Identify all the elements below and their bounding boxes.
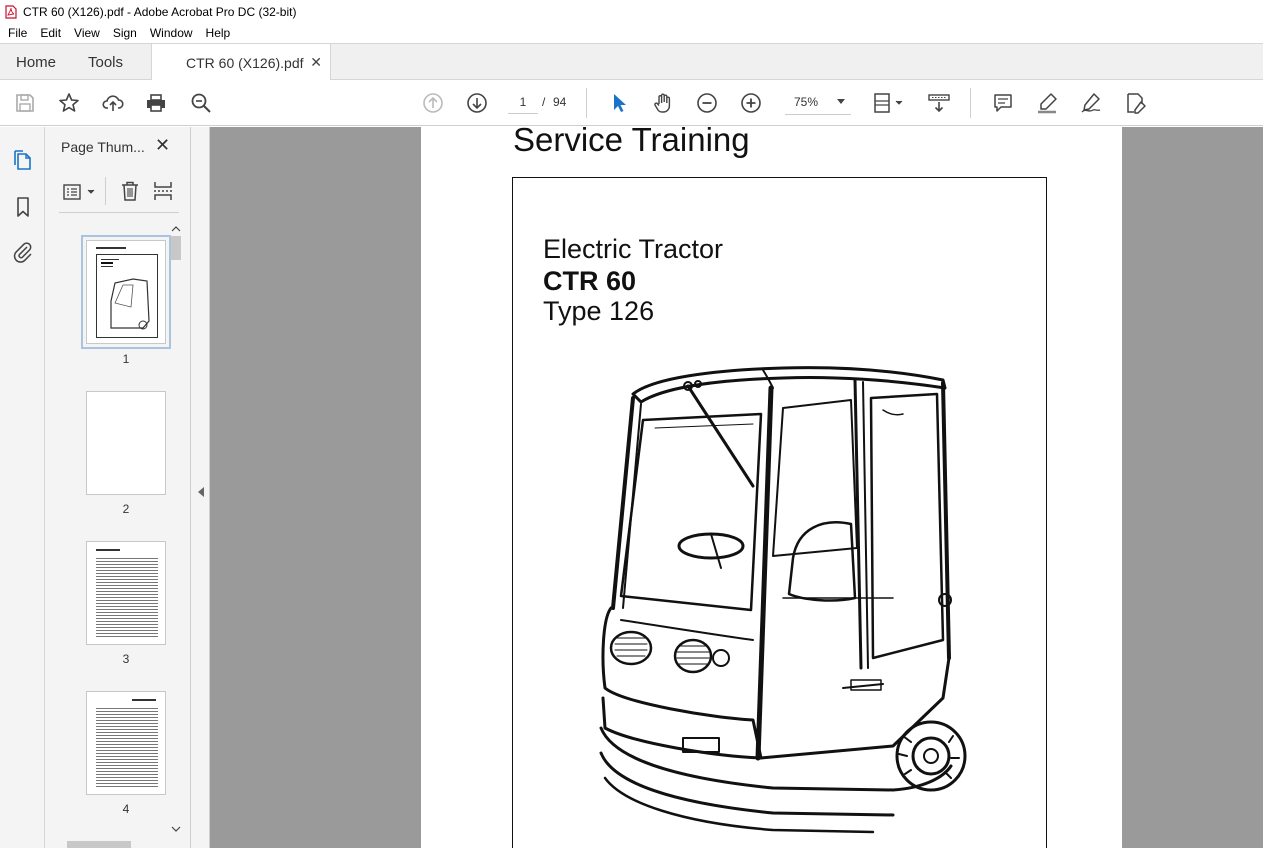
page-separator: / — [542, 95, 546, 109]
panel-toolbar-divider — [105, 177, 106, 205]
collapse-arrow-icon — [198, 487, 204, 497]
highlight-pen-icon[interactable] — [1035, 91, 1059, 115]
fill-sign-icon[interactable] — [1123, 91, 1147, 115]
tractor-illustration — [599, 366, 967, 834]
panel-title: Page Thum... — [61, 139, 145, 155]
menu-file[interactable]: File — [8, 26, 27, 40]
scroll-up-icon[interactable] — [171, 226, 181, 232]
menu-window[interactable]: Window — [150, 26, 193, 40]
main-toolbar: / 94 75% — [0, 80, 1263, 126]
tab-tools[interactable]: Tools — [88, 44, 123, 80]
menu-edit[interactable]: Edit — [40, 26, 61, 40]
pdf-app-icon — [5, 4, 17, 19]
tab-bar: Home Tools CTR 60 (X126).pdf ✕ — [0, 43, 1263, 81]
thumbnail-text-lines — [96, 706, 158, 788]
page-fit-icon[interactable] — [871, 91, 907, 115]
thumbnail-text-lines — [96, 556, 158, 638]
tab-document-label: CTR 60 (X126).pdf — [186, 54, 304, 71]
cover-line-2: CTR 60 — [543, 266, 637, 296]
thumbnail-page-4[interactable] — [86, 691, 166, 795]
print-icon[interactable] — [144, 91, 168, 115]
hand-tool-icon[interactable] — [651, 91, 675, 115]
thumbnail-page-1[interactable] — [81, 235, 171, 349]
close-panel-icon[interactable]: ✕ — [155, 135, 170, 156]
panel-toolbar — [59, 173, 179, 213]
thumbnail-scrollbar[interactable] — [169, 222, 183, 842]
menu-bar: File Edit View Sign Window Help — [0, 23, 1263, 43]
navigation-rail — [0, 127, 45, 848]
thumbnail-tractor-image — [110, 278, 150, 330]
extract-page-icon[interactable] — [152, 180, 176, 204]
tab-home[interactable]: Home — [16, 44, 56, 80]
toolbar-divider — [970, 88, 971, 118]
thumbnail-label-3: 3 — [122, 652, 130, 666]
previous-page-icon[interactable] — [421, 91, 445, 115]
thumbnail-label-1: 1 — [122, 352, 130, 366]
menu-help[interactable]: Help — [206, 26, 231, 40]
horizontal-scrollbar-thumb[interactable] — [67, 841, 131, 848]
delete-page-icon[interactable] — [119, 180, 143, 204]
toolbar-divider — [586, 88, 587, 118]
draw-sign-icon[interactable] — [1079, 91, 1103, 115]
menu-view[interactable]: View — [74, 26, 100, 40]
thumbnail-page-3[interactable] — [86, 541, 166, 645]
zoom-out-icon[interactable] — [695, 91, 719, 115]
page-thumbnails-panel: Page Thum... ✕ 1 2 3 4 — [45, 127, 191, 848]
comment-icon[interactable] — [991, 91, 1015, 115]
cover-frame: Electric Tractor CTR 60 Type 126 — [512, 177, 1047, 848]
chevron-down-icon — [837, 99, 845, 104]
panel-collapse-handle[interactable] — [191, 127, 210, 848]
thumbnail-heading-mark — [96, 247, 126, 249]
select-cursor-icon[interactable] — [607, 91, 631, 115]
thumbnail-page-2[interactable] — [86, 391, 166, 495]
thumbnail-frame — [96, 254, 158, 338]
page-thumbnails-icon[interactable] — [11, 148, 35, 172]
title-bar: CTR 60 (X126).pdf - Adobe Acrobat Pro DC… — [0, 0, 1263, 23]
bookmark-icon[interactable] — [11, 195, 35, 219]
page-total: 94 — [553, 95, 567, 109]
menu-sign[interactable]: Sign — [113, 26, 137, 40]
pdf-page: Service Training Electric Tractor CTR 60… — [421, 127, 1122, 848]
cover-line-1: Electric Tractor — [543, 234, 724, 264]
star-icon[interactable] — [57, 91, 81, 115]
scrollbar-thumb[interactable] — [171, 236, 181, 260]
zoom-select[interactable]: 75% — [785, 90, 851, 115]
zoom-value: 75% — [794, 95, 819, 109]
scroll-mode-icon[interactable] — [927, 91, 951, 115]
cover-line-3: Type 126 — [543, 296, 655, 326]
cloud-upload-icon[interactable] — [101, 91, 125, 115]
window-title: CTR 60 (X126).pdf - Adobe Acrobat Pro DC… — [23, 4, 297, 19]
zoom-search-icon[interactable] — [189, 91, 213, 115]
close-tab-icon[interactable]: ✕ — [310, 54, 322, 71]
options-menu-icon[interactable] — [62, 181, 98, 203]
scroll-down-icon[interactable] — [171, 826, 181, 832]
page-number-input[interactable] — [508, 90, 538, 114]
thumbnail-label-4: 4 — [122, 802, 130, 816]
attachment-icon[interactable] — [11, 240, 35, 264]
thumbnail-list: 1 2 3 4 — [45, 222, 175, 842]
page-heading: Service Training — [513, 127, 750, 158]
tab-document[interactable]: CTR 60 (X126).pdf ✕ — [151, 44, 331, 81]
thumbnail-horizontal-scrollbar[interactable] — [55, 840, 175, 848]
save-icon[interactable] — [13, 91, 37, 115]
zoom-in-icon[interactable] — [739, 91, 763, 115]
document-viewer[interactable]: Service Training Electric Tractor CTR 60… — [210, 127, 1263, 848]
next-page-icon[interactable] — [465, 91, 489, 115]
thumbnail-label-2: 2 — [122, 502, 130, 516]
